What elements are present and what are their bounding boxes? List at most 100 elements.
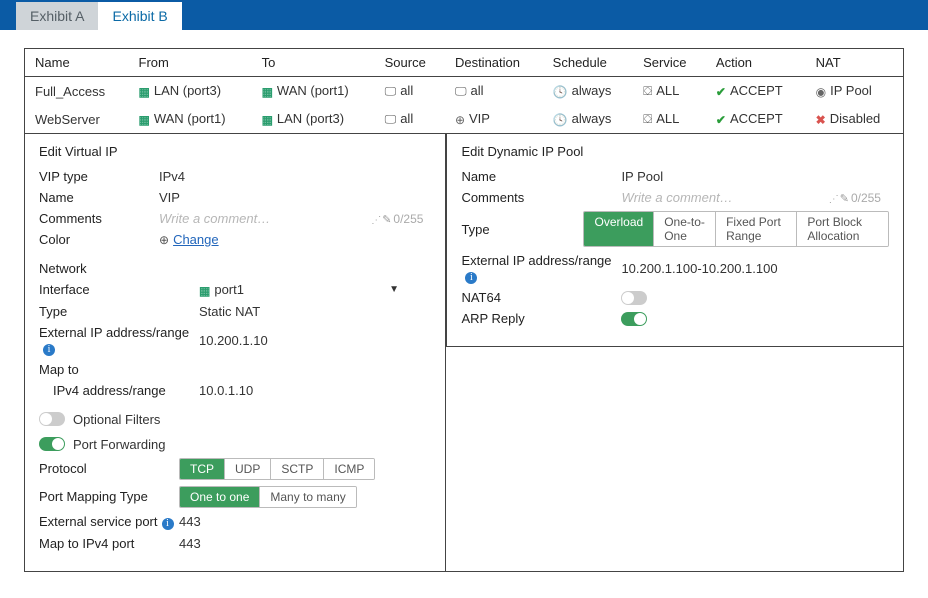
- protocol-icmp[interactable]: ICMP: [324, 459, 374, 479]
- cell-destination: all: [471, 83, 484, 98]
- cell-to: WAN (port1): [277, 83, 349, 98]
- network-heading: Network: [39, 261, 431, 276]
- vip-name-input[interactable]: VIP: [159, 190, 180, 205]
- panel-title: Edit Dynamic IP Pool: [461, 144, 889, 159]
- ext-port-input[interactable]: 443: [179, 514, 201, 529]
- table-row[interactable]: Full_Access ▦LAN (port3) ▦WAN (port1) 🖵a…: [25, 77, 903, 106]
- info-icon[interactable]: i: [43, 344, 55, 356]
- accept-icon: ✔: [716, 113, 726, 127]
- th-nat: NAT: [806, 49, 903, 77]
- protocol-tcp[interactable]: TCP: [180, 459, 225, 479]
- address-icon: 🖵: [385, 112, 397, 127]
- map-port-input[interactable]: 443: [179, 536, 201, 551]
- map-to-label: Map to: [39, 362, 199, 377]
- th-service: Service: [633, 49, 706, 77]
- ipv4-range-input[interactable]: 10.0.1.10: [199, 383, 253, 398]
- cell-schedule: always: [572, 111, 612, 126]
- panel-title: Edit Virtual IP: [39, 144, 431, 159]
- pool-type-one-to-one[interactable]: One-to-One: [654, 212, 716, 246]
- pencil-icon: ✎: [840, 193, 849, 205]
- tab-exhibit-a[interactable]: Exhibit A: [16, 2, 98, 30]
- change-color-link[interactable]: Change: [173, 232, 219, 247]
- vip-comments-counter: ⋰✎0/255: [371, 212, 431, 226]
- schedule-icon: 🕓: [553, 113, 568, 127]
- cell-nat: IP Pool: [830, 83, 872, 98]
- pool-ext-ip-label: External IP address/rangei: [461, 253, 621, 284]
- port-mapping-label: Port Mapping Type: [39, 489, 179, 504]
- cell-name: WebServer: [25, 105, 129, 133]
- pool-ext-ip-input[interactable]: 10.200.1.100-10.200.1.100: [621, 261, 777, 276]
- chevron-down-icon: ▼: [389, 284, 399, 295]
- pool-name-input[interactable]: IP Pool: [621, 169, 663, 184]
- schedule-icon: 🕓: [553, 85, 568, 99]
- vip-type2-label: Type: [39, 304, 199, 319]
- cell-nat: Disabled: [830, 111, 881, 126]
- pool-type-overload[interactable]: Overload: [584, 212, 654, 246]
- arp-reply-toggle[interactable]: [621, 312, 647, 326]
- tab-exhibit-b[interactable]: Exhibit B: [98, 2, 181, 30]
- port-mapping-segmented: One to one Many to many: [179, 486, 357, 508]
- cell-source: all: [400, 111, 413, 126]
- pool-comments-label: Comments: [461, 190, 621, 205]
- cell-service: ALL: [656, 111, 679, 126]
- color-swatch-icon: ⊕: [159, 233, 169, 247]
- cell-source: all: [400, 83, 413, 98]
- pool-name-label: Name: [461, 169, 621, 184]
- pool-comments-input[interactable]: Write a comment…: [621, 190, 732, 205]
- resize-icon: ⋰: [371, 215, 380, 226]
- vip-name-label: Name: [39, 190, 159, 205]
- th-destination: Destination: [445, 49, 543, 77]
- cell-name: Full_Access: [25, 77, 129, 106]
- protocol-udp[interactable]: UDP: [225, 459, 271, 479]
- service-icon: ⛋: [643, 112, 652, 127]
- protocol-sctp[interactable]: SCTP: [271, 459, 324, 479]
- address-icon: 🖵: [385, 84, 397, 99]
- vip-type2-value: Static NAT: [199, 304, 260, 319]
- nat64-toggle[interactable]: [621, 291, 647, 305]
- info-icon[interactable]: i: [162, 518, 174, 530]
- tab-bar: Exhibit A Exhibit B: [0, 0, 928, 30]
- cell-action: ACCEPT: [730, 83, 783, 98]
- pool-type-port-block-allocation[interactable]: Port Block Allocation: [797, 212, 888, 246]
- cell-from: WAN (port1): [154, 111, 226, 126]
- cell-to: LAN (port3): [277, 111, 344, 126]
- service-icon: ⛋: [643, 84, 652, 99]
- ext-ip-input[interactable]: 10.200.1.10: [199, 333, 268, 348]
- arp-reply-label: ARP Reply: [461, 311, 621, 326]
- th-action: Action: [706, 49, 806, 77]
- cell-service: ALL: [656, 83, 679, 98]
- optional-filters-toggle[interactable]: [39, 412, 65, 426]
- cell-from: LAN (port3): [154, 83, 221, 98]
- interface-label: Interface: [39, 282, 199, 297]
- vip-color-label: Color: [39, 232, 159, 247]
- ippool-icon: ◉: [816, 85, 826, 99]
- pool-comments-counter: ⋰✎0/255: [829, 191, 889, 205]
- pool-type-fixed-port-range[interactable]: Fixed Port Range: [716, 212, 797, 246]
- vip-type-label: VIP type: [39, 169, 159, 184]
- pool-type-segmented: Overload One-to-One Fixed Port Range Por…: [583, 211, 889, 247]
- info-icon[interactable]: i: [465, 272, 477, 284]
- table-row[interactable]: WebServer ▦ WAN (port1) ▦ LAN (port3) 🖵all…: [25, 105, 903, 133]
- interface-icon: ▦: [139, 113, 150, 127]
- nat64-label: NAT64: [461, 290, 621, 305]
- vip-comments-input[interactable]: Write a comment…: [159, 211, 270, 226]
- interface-icon: ▦: [199, 284, 210, 298]
- port-forwarding-label: Port Forwarding: [73, 437, 165, 452]
- interface-dropdown[interactable]: ▦port1 ▼: [199, 282, 399, 298]
- vip-icon: ⊕: [455, 113, 465, 127]
- th-to: To: [252, 49, 375, 77]
- ext-ip-label: External IP address/rangei: [39, 325, 199, 356]
- port-forwarding-toggle[interactable]: [39, 437, 65, 451]
- protocol-label: Protocol: [39, 461, 179, 476]
- port-mapping-one[interactable]: One to one: [180, 487, 260, 507]
- optional-filters-label: Optional Filters: [73, 412, 160, 427]
- port-mapping-many[interactable]: Many to many: [260, 487, 355, 507]
- th-name: Name: [25, 49, 129, 77]
- interface-icon: ▦: [262, 113, 273, 127]
- th-schedule: Schedule: [543, 49, 633, 77]
- accept-icon: ✔: [716, 85, 726, 99]
- vip-comments-label: Comments: [39, 211, 159, 226]
- pool-type-label: Type: [461, 222, 583, 237]
- ipv4-range-label: IPv4 address/range: [53, 383, 199, 398]
- policy-table: Name From To Source Destination Schedule…: [25, 49, 903, 133]
